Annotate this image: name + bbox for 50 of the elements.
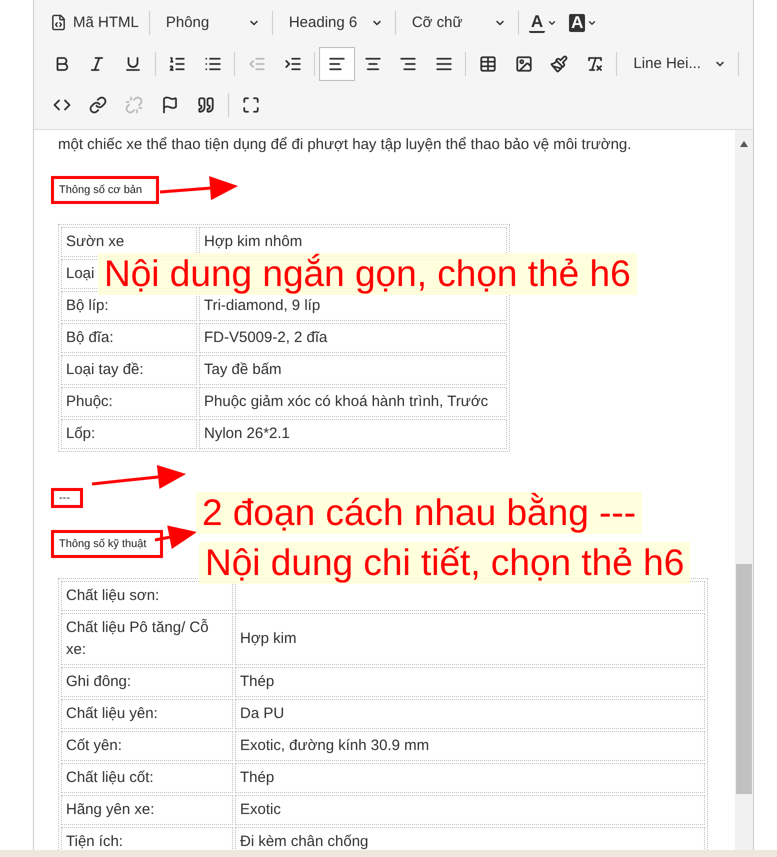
table-cell: Lốp: (61, 419, 197, 449)
table-cell: Cốt yên: (61, 731, 233, 761)
fullscreen-icon (242, 96, 260, 114)
dropdown[interactable]: Cỡ chữ (400, 6, 514, 40)
quote-icon (197, 96, 215, 114)
table-cell: Chất liệu Pô tăng/ Cỗ xe: (61, 613, 233, 665)
table-cell: Hãng yên xe: (61, 795, 233, 825)
table-cell: Chất liệu cốt: (61, 763, 233, 793)
scrollbar-thumb[interactable] (736, 564, 752, 794)
heading-text: Thông số cơ bản (51, 176, 160, 204)
scrollbar[interactable] (735, 130, 753, 850)
table-cell: Exotic, đường kính 30.9 mm (235, 731, 705, 761)
table-cell: Phuộc giảm xóc có khoá hành trình, Trước (199, 387, 507, 417)
separator-text: --- (51, 488, 83, 508)
table-cell: Ghi đông: (61, 667, 233, 697)
table-cell: Da PU (235, 699, 705, 729)
brush-icon (550, 54, 568, 72)
table-cell: Bộ đĩa: (61, 323, 197, 353)
annotation-text: Nội dung chi tiết, chọn thẻ h6 (199, 542, 690, 584)
table-cell: Exotic (235, 795, 705, 825)
unlink-icon (125, 96, 143, 114)
paragraph-text: một chiếc xe thể thao tiện dụng để đi phượt hay tập luyện thể thao bảo vệ môi trường. (58, 135, 632, 155)
arrow (154, 525, 197, 550)
table-cell: Loại tay đề: (61, 355, 197, 385)
annotation-text: 2 đoạn cách nhau bằng --- (196, 492, 642, 534)
highlight-color-button[interactable]: A (563, 6, 604, 40)
underline-icon (124, 54, 142, 72)
clear-format-icon (586, 54, 604, 72)
html-button[interactable]: Mã HTML (44, 6, 145, 40)
table-cell: Chất liệu yên: (61, 699, 233, 729)
table-cell: FD-V5009-2, 2 đĩa (199, 323, 507, 353)
table-cell: Thép (235, 667, 705, 697)
dropdown[interactable]: Line Hei... (621, 46, 734, 80)
table-cell: Hợp kim (235, 613, 705, 665)
image-icon (514, 54, 533, 72)
table-cell: Phuộc: (61, 387, 197, 417)
flag-icon (161, 96, 179, 114)
table-cell: Thép (235, 763, 705, 793)
dropdown[interactable]: Heading 6 (276, 6, 391, 40)
table-cell: Tay đề bấm (199, 355, 507, 385)
table-cell: Nylon 26*2.1 (199, 419, 507, 449)
scroll-up-icon[interactable] (739, 140, 749, 148)
align-left-button[interactable] (319, 46, 355, 80)
code-file-icon (50, 14, 67, 31)
numbered-list-icon (168, 54, 186, 72)
dropdown[interactable]: Phông (154, 6, 268, 40)
link-icon (89, 96, 107, 114)
table-icon (479, 54, 498, 72)
text-color-button[interactable]: A (522, 6, 564, 40)
heading-text: Thông số kỹ thuật (51, 530, 164, 558)
